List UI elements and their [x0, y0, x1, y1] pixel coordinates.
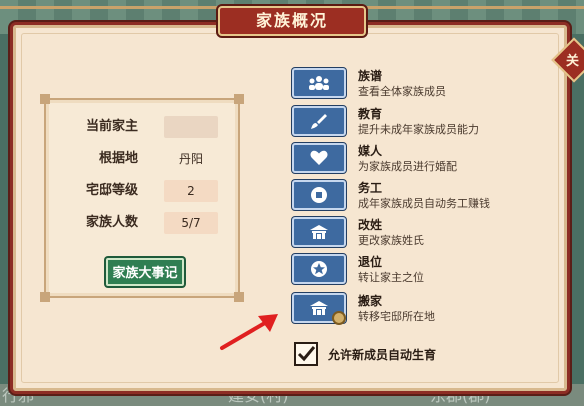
- rename-title: 改姓: [358, 218, 383, 232]
- abdicate-button[interactable]: [292, 254, 346, 284]
- coin-icon: [311, 187, 327, 203]
- rename-button[interactable]: [292, 217, 346, 247]
- heart-icon: [310, 150, 328, 165]
- action-education[interactable]: 教育 提升未成年家族成员能力: [292, 106, 552, 140]
- work-desc: 成年家族成员自动务工赚钱: [358, 197, 490, 210]
- gear-icon: [332, 311, 346, 325]
- panel-corner: [234, 94, 244, 104]
- family-head-value: [164, 116, 218, 138]
- auto-birth-label: 允许新成员自动生育: [328, 348, 437, 362]
- action-work[interactable]: 务工 成年家族成员自动务工赚钱: [292, 180, 552, 214]
- row-family-size: 家族人数 5/7: [46, 210, 242, 236]
- auto-birth-option[interactable]: 允许新成员自动生育: [294, 342, 534, 368]
- row-family-head: 当前家主: [46, 114, 242, 140]
- base-label: 根据地: [98, 151, 138, 166]
- base-value: 丹阳: [178, 152, 203, 166]
- work-button[interactable]: [292, 180, 346, 210]
- checkmark-icon: [297, 346, 316, 362]
- house-icon: [310, 225, 328, 239]
- brush-icon: [311, 114, 327, 129]
- matchmaker-desc: 为家族成员进行婚配: [358, 160, 457, 173]
- matchmaker-title: 媒人: [358, 144, 383, 158]
- action-abdicate[interactable]: 退位 转让家主之位: [292, 254, 552, 288]
- action-relocate[interactable]: 搬家 转移宅邸所在地: [292, 293, 552, 327]
- family-info-panel: 当前家主 根据地 丹阳 宅邸等级 2 家族人数 5/7 家族大事记: [40, 94, 244, 302]
- education-title: 教育: [358, 107, 383, 121]
- work-title: 务工: [358, 181, 383, 195]
- panel-corner: [234, 292, 244, 302]
- house-icon: [310, 301, 328, 315]
- education-desc: 提升未成年家族成员能力: [358, 123, 479, 136]
- close-label[interactable]: 关: [566, 50, 584, 69]
- family-history-button[interactable]: 家族大事记: [106, 258, 184, 286]
- relocate-title: 搬家: [358, 294, 383, 308]
- genealogy-desc: 查看全体家族成员: [358, 85, 446, 98]
- window-title: 家族概况: [218, 6, 366, 36]
- relocate-desc: 转移宅邸所在地: [358, 310, 435, 323]
- genealogy-title: 族谱: [358, 69, 383, 83]
- action-genealogy[interactable]: 族谱 查看全体家族成员: [292, 68, 552, 102]
- abdicate-desc: 转让家主之位: [358, 271, 424, 284]
- genealogy-button[interactable]: [292, 68, 346, 98]
- family-size-value: 5/7: [164, 212, 218, 234]
- pointer-arrow-icon: [220, 314, 278, 350]
- education-button[interactable]: [292, 106, 346, 136]
- mansion-level-value: 2: [164, 180, 218, 202]
- action-rename[interactable]: 改姓 更改家族姓氏: [292, 217, 552, 251]
- star-icon: [311, 261, 327, 277]
- panel-corner: [40, 292, 50, 302]
- row-mansion-level: 宅邸等级 2: [46, 178, 242, 204]
- auto-birth-checkbox[interactable]: [294, 342, 318, 366]
- row-base: 根据地 丹阳: [46, 146, 242, 172]
- matchmaker-button[interactable]: [292, 143, 346, 173]
- abdicate-title: 退位: [358, 255, 383, 269]
- mansion-level-label: 宅邸等级: [85, 183, 138, 198]
- family-size-label: 家族人数: [85, 215, 138, 230]
- rename-desc: 更改家族姓氏: [358, 234, 424, 247]
- people-icon: [309, 76, 329, 90]
- panel-corner: [40, 94, 50, 104]
- family-head-label: 当前家主: [85, 119, 138, 134]
- action-matchmaker[interactable]: 媒人 为家族成员进行婚配: [292, 143, 552, 177]
